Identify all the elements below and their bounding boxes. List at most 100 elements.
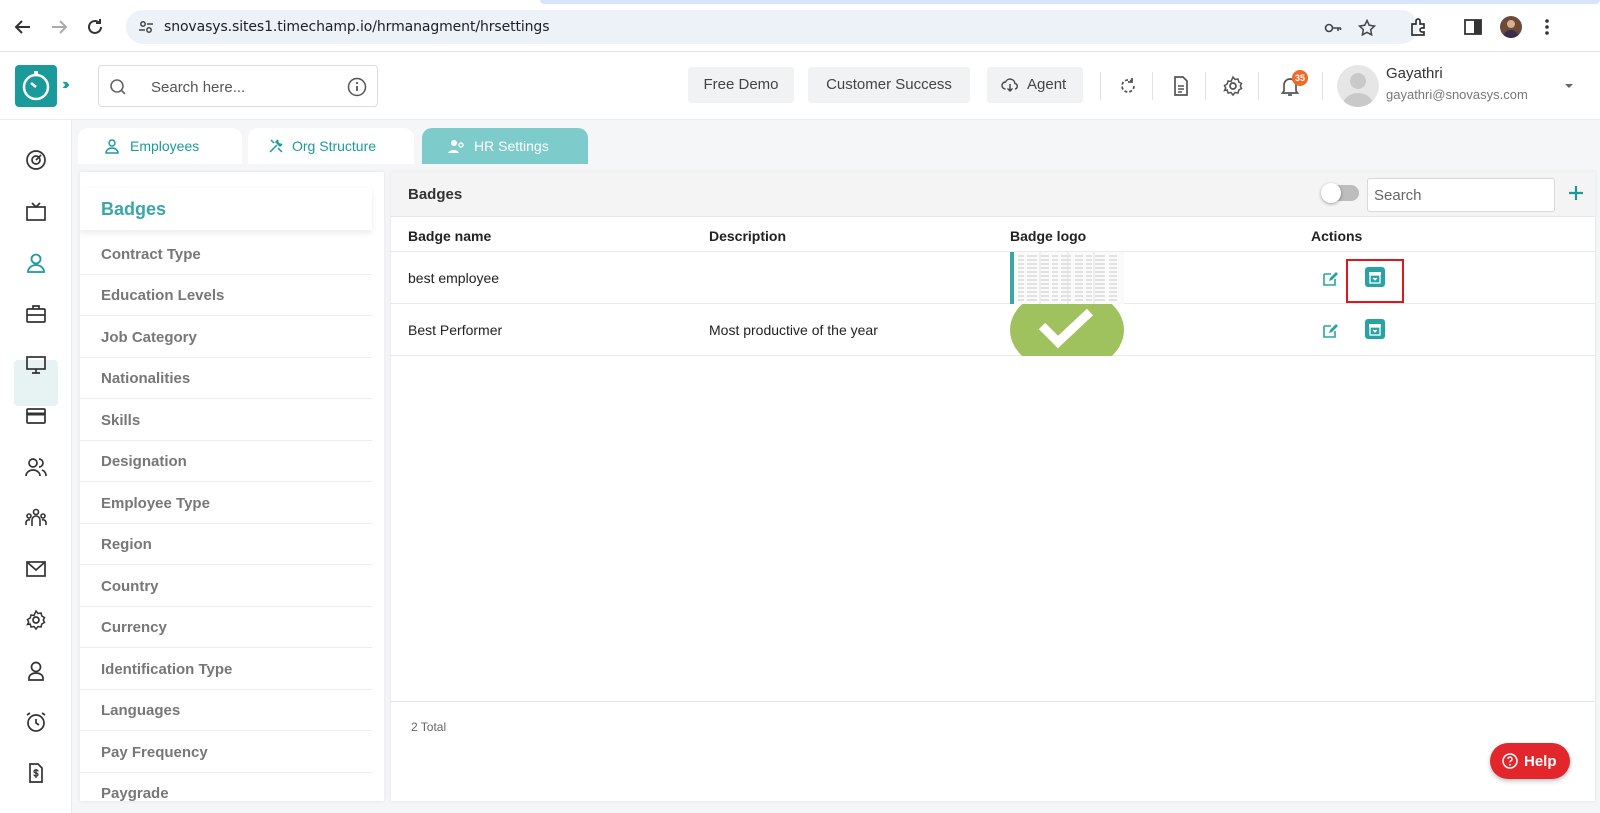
panel-header: Badges <box>391 172 1595 217</box>
archive-icon[interactable] <box>1365 319 1385 339</box>
settings-item-label: Languages <box>101 702 181 719</box>
app-logo[interactable] <box>15 65 57 107</box>
url-text[interactable]: snovasys.sites1.timechamp.io/hrmanagment… <box>164 19 550 35</box>
user-icon[interactable] <box>24 251 48 275</box>
add-badge-icon[interactable] <box>1567 184 1585 202</box>
agent-label: Agent <box>1027 76 1067 93</box>
settings-item-employee-type[interactable]: Employee Type <box>80 483 372 524</box>
column-header-actions: Actions <box>1311 228 1363 244</box>
back-icon[interactable] <box>12 16 34 38</box>
header-divider <box>1205 72 1206 100</box>
badge-name-cell: best employee <box>408 270 500 286</box>
free-demo-button[interactable]: Free Demo <box>688 67 794 103</box>
profile-avatar-icon[interactable] <box>1500 16 1522 38</box>
column-header-badge-logo: Badge logo <box>1010 228 1087 244</box>
badge-search-input[interactable] <box>1367 178 1555 212</box>
settings-item-designation[interactable]: Designation <box>80 441 372 482</box>
panel-title: Badges <box>408 186 463 203</box>
badge-description-cell: Most productive of the year <box>709 322 878 338</box>
edit-icon[interactable] <box>1321 270 1339 288</box>
sync-icon[interactable] <box>1116 74 1140 98</box>
settings-item-pay-frequency[interactable]: Pay Frequency <box>80 732 372 773</box>
badge-logo-checkmark <box>1010 304 1124 356</box>
agent-button[interactable]: Agent <box>987 67 1083 103</box>
settings-item-label: Pay Frequency <box>101 744 208 761</box>
customer-success-button[interactable]: Customer Success <box>808 67 970 103</box>
tab-label: Org Structure <box>292 138 377 154</box>
settings-item-country[interactable]: Country <box>80 566 372 607</box>
extensions-icon[interactable] <box>1408 16 1430 38</box>
forward-icon[interactable] <box>48 16 70 38</box>
help-label: Help <box>1524 753 1557 770</box>
expand-menu-icon[interactable]: ››› <box>62 76 70 94</box>
tv-icon[interactable] <box>24 200 48 224</box>
dashboard-gauge-icon[interactable] <box>24 148 48 172</box>
settings-item-education-levels[interactable]: Education Levels <box>80 275 372 316</box>
invoice-icon[interactable] <box>24 761 48 785</box>
browser-tab-strip <box>540 0 1600 4</box>
settings-item-label: Nationalities <box>101 370 191 387</box>
tab-hr-settings[interactable]: HR Settings <box>422 128 588 164</box>
help-button[interactable]: Help <box>1490 743 1570 779</box>
settings-item-currency[interactable]: Currency <box>80 607 372 648</box>
document-icon[interactable] <box>1169 74 1193 98</box>
users-icon[interactable] <box>24 455 48 479</box>
user-email: gayathri@snovasys.com <box>1386 87 1528 102</box>
header-divider <box>1258 72 1259 100</box>
toggle-knob <box>1321 183 1341 203</box>
profile-badge-icon[interactable] <box>24 659 48 683</box>
badges-panel: Badges Badge name Description Badge logo… <box>391 172 1595 801</box>
settings-item-label: Country <box>101 578 159 595</box>
settings-active-label: Badges <box>101 199 167 219</box>
column-header-description: Description <box>709 228 787 244</box>
info-icon[interactable] <box>347 77 367 97</box>
settings-item-contract-type[interactable]: Contract Type <box>80 234 372 275</box>
settings-item-job-category[interactable]: Job Category <box>80 317 372 358</box>
settings-gear-icon[interactable] <box>1221 74 1245 98</box>
tab-employees[interactable]: Employees <box>78 128 242 164</box>
settings-item-skills[interactable]: Skills <box>80 400 372 441</box>
user-avatar[interactable] <box>1337 65 1379 107</box>
hr-settings-list: Badges Contract Type Education Levels Jo… <box>80 172 384 801</box>
app-header: ››› Free Demo Customer Success Agent 35 … <box>0 52 1600 120</box>
tools-icon <box>269 139 283 153</box>
credit-card-icon[interactable] <box>24 404 48 428</box>
settings-item-languages[interactable]: Languages <box>80 690 372 731</box>
settings-item-region[interactable]: Region <box>80 524 372 565</box>
search-input[interactable] <box>151 76 331 98</box>
archived-toggle[interactable] <box>1321 183 1359 203</box>
tab-org-structure[interactable]: Org Structure <box>248 128 414 164</box>
highlight-box <box>1346 259 1404 303</box>
site-settings-icon[interactable] <box>138 19 154 35</box>
settings-item-identification-type[interactable]: Identification Type <box>80 649 372 690</box>
edit-icon[interactable] <box>1321 322 1339 340</box>
settings-item-nationalities[interactable]: Nationalities <box>80 358 372 399</box>
star-icon[interactable] <box>1358 19 1376 37</box>
settings-item-label: Designation <box>101 453 187 470</box>
monitor-icon[interactable] <box>24 353 48 377</box>
settings-item-label: Paygrade <box>101 785 169 801</box>
alarm-clock-icon[interactable] <box>24 710 48 734</box>
question-icon <box>1502 753 1518 769</box>
briefcase-icon[interactable] <box>24 302 48 326</box>
user-name[interactable]: Gayathri <box>1386 65 1443 82</box>
mail-icon[interactable] <box>24 557 48 581</box>
team-icon[interactable] <box>24 506 48 530</box>
settings-item-paygrade[interactable]: Paygrade <box>80 773 372 801</box>
table-row: best employee <box>391 252 1595 304</box>
settings-item-label: Contract Type <box>101 246 201 263</box>
side-panel-icon[interactable] <box>1462 16 1484 38</box>
notification-count-badge: 35 <box>1292 70 1308 86</box>
browser-menu-icon[interactable] <box>1536 16 1558 38</box>
key-icon[interactable] <box>1324 19 1342 37</box>
settings-icon[interactable] <box>24 608 48 632</box>
icon-sidebar <box>0 120 72 813</box>
address-bar[interactable]: snovasys.sites1.timechamp.io/hrmanagment… <box>126 10 1418 44</box>
cloud-download-icon <box>1001 78 1018 92</box>
global-search[interactable] <box>98 65 378 107</box>
settings-item-label: Skills <box>101 412 141 429</box>
settings-item-badges[interactable]: Badges <box>80 188 372 230</box>
chevron-down-icon[interactable] <box>1563 80 1575 92</box>
table-row: Best Performer Most productive of the ye… <box>391 304 1595 356</box>
reload-icon[interactable] <box>84 16 106 38</box>
